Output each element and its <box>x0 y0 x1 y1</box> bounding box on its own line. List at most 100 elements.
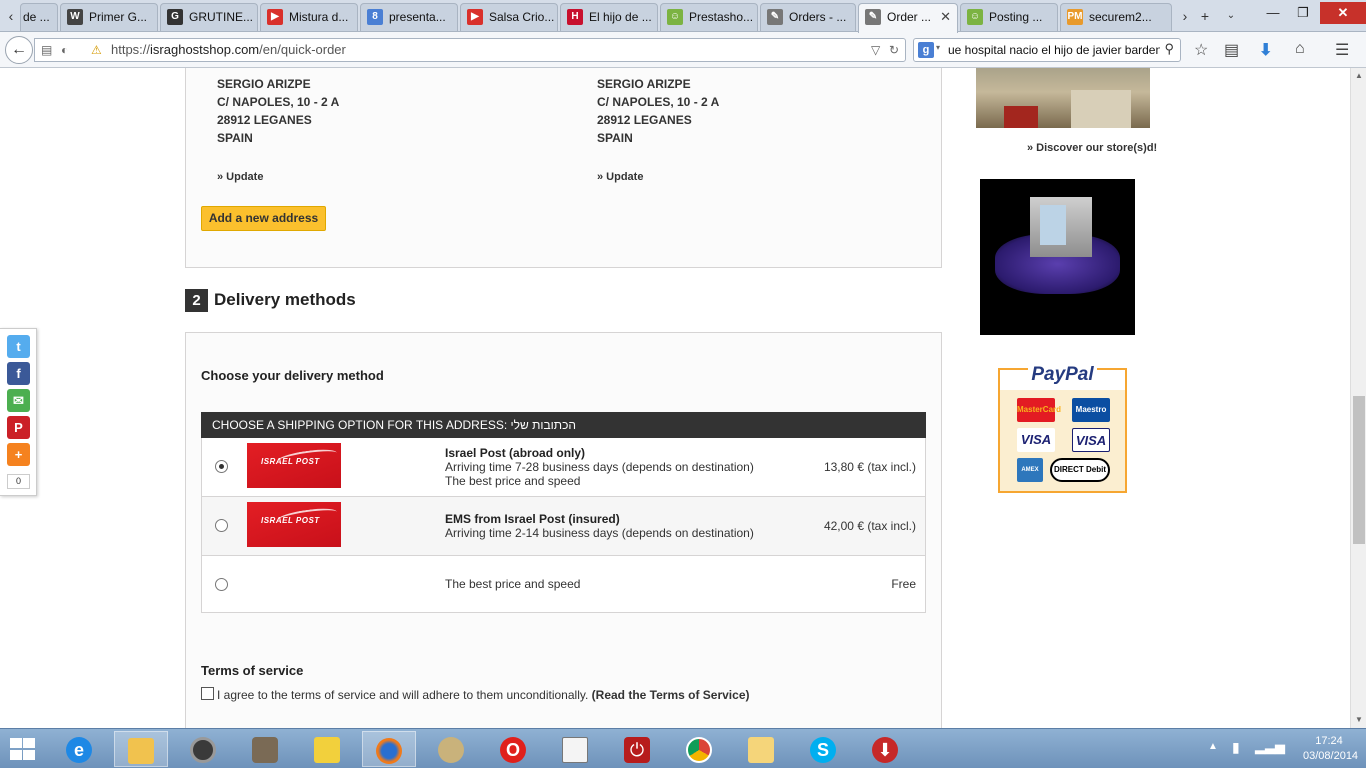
download-icon[interactable]: ⬇ <box>1259 40 1272 60</box>
step-number: 2 <box>185 289 208 312</box>
back-button[interactable]: ← <box>5 36 33 64</box>
paypal-logo: PayPal <box>1000 364 1125 386</box>
file-explorer-icon[interactable] <box>114 731 168 767</box>
read-terms-link[interactable]: (Read the Terms of Service) <box>592 688 750 702</box>
power-app-icon[interactable]: ⏻ <box>610 731 664 767</box>
chrome-icon[interactable] <box>672 731 726 767</box>
email-icon[interactable]: ✉ <box>7 389 30 412</box>
tray-expand-icon[interactable]: ▲ <box>1208 741 1218 752</box>
media-app-icon[interactable] <box>300 731 354 767</box>
terms-checkbox[interactable] <box>201 687 214 700</box>
browser-tab[interactable]: PM securem2... <box>1060 3 1172 31</box>
tab-favicon-icon: 8 <box>367 9 383 25</box>
doc-app-icon[interactable] <box>238 731 292 767</box>
pinterest-icon[interactable]: P <box>7 416 30 439</box>
home-icon[interactable]: ⌂ <box>1295 40 1305 58</box>
browser-tab[interactable]: de ... <box>20 3 58 31</box>
browser-tab[interactable]: ✎ Orders - ... <box>760 3 856 31</box>
address-bar[interactable]: ▤ ◐ ⚠ https://israghostshop.com/en/quick… <box>34 38 906 62</box>
skype-icon[interactable]: S <box>796 731 850 767</box>
tab-scroll-left-button[interactable]: ‹ <box>2 6 20 26</box>
page-scrollbar[interactable]: ▲ ▼ <box>1350 68 1366 728</box>
browser-tab[interactable]: ▶ Mistura d... <box>260 3 358 31</box>
tab-favicon-icon: W <box>67 9 83 25</box>
shipping-option-header: CHOOSE A SHIPPING OPTION FOR THIS ADDRES… <box>201 412 926 438</box>
dropdown-arrow-icon[interactable]: ▾ <box>936 43 940 52</box>
firefox-icon[interactable] <box>362 731 416 767</box>
opera-icon[interactable]: O <box>486 731 540 767</box>
downloader-icon[interactable]: ⬇ <box>858 731 912 767</box>
browser-tab[interactable]: 8 presenta... <box>360 3 458 31</box>
shipping-radio[interactable] <box>215 578 228 591</box>
scroll-up-arrow[interactable]: ▲ <box>1351 68 1366 84</box>
mail-app-icon[interactable] <box>734 731 788 767</box>
tab-list-button[interactable]: ⌄ <box>1222 6 1240 26</box>
battery-icon[interactable]: ▮ <box>1232 739 1240 756</box>
close-tab-button[interactable]: ✕ <box>940 4 951 30</box>
warning-icon[interactable]: ⚠ <box>91 43 102 57</box>
taskbar: e O ⏻ S ⬇ ▲ ▮ ▂▃▅ 17:24 03/08/2014 <box>0 728 1366 768</box>
browser-tab[interactable]: G GRUTINE... <box>160 3 258 31</box>
speaker-app-icon[interactable] <box>176 731 230 767</box>
tab-label: securem2... <box>1089 10 1152 24</box>
internet-explorer-icon[interactable]: e <box>52 731 106 767</box>
browser-tab[interactable]: ☺ Prestasho... <box>660 3 758 31</box>
shipping-option-desc: Arriving time 2-14 business days (depend… <box>445 526 754 540</box>
minimize-button[interactable]: — <box>1258 2 1288 24</box>
scroll-down-arrow[interactable]: ▼ <box>1351 712 1366 728</box>
shipping-option-row[interactable]: The best price and speed Free <box>202 556 925 612</box>
tab-favicon-icon: ✎ <box>767 9 783 25</box>
dropdown-arrow-icon[interactable]: ▽ <box>871 43 880 57</box>
more-share-icon[interactable]: + <box>7 443 30 466</box>
shipping-radio[interactable] <box>215 460 228 473</box>
tab-favicon-icon: G <box>167 9 183 25</box>
shipping-option-desc: The best price and speed <box>445 577 581 591</box>
start-button[interactable] <box>8 737 36 761</box>
reload-icon[interactable]: ↻ <box>889 43 899 57</box>
url-text[interactable]: https://israghostshop.com/en/quick-order <box>111 39 346 61</box>
document-viewer-icon[interactable] <box>548 731 602 767</box>
tab-label: Order ... <box>887 10 932 24</box>
google-icon[interactable]: g <box>918 42 934 58</box>
new-tab-button[interactable]: + <box>1196 6 1214 26</box>
star-icon[interactable]: ☆ <box>1194 40 1208 60</box>
system-clock[interactable]: 17:24 03/08/2014 <box>1303 734 1358 764</box>
store-image[interactable] <box>976 68 1150 128</box>
tab-favicon-icon: ☺ <box>967 9 983 25</box>
search-input[interactable]: ue hospital nacio el hijo de javier bard… <box>948 39 1160 61</box>
shield-icon[interactable]: ◐ <box>61 43 68 57</box>
twitter-icon[interactable]: t <box>7 335 30 358</box>
browser-tab[interactable]: ▶ Salsa Crio... <box>460 3 558 31</box>
paint-icon[interactable] <box>424 731 478 767</box>
restore-button[interactable]: ❐ <box>1288 2 1318 24</box>
reading-list-icon[interactable]: ▤ <box>1224 40 1239 60</box>
browser-tab[interactable]: ✎ Order ... ✕ <box>858 3 958 33</box>
search-icon[interactable]: ⚲ <box>1164 41 1174 57</box>
shipping-radio[interactable] <box>215 519 228 532</box>
search-bar[interactable]: g ▾ ue hospital nacio el hijo de javier … <box>913 38 1181 62</box>
discover-stores-link[interactable]: » Discover our store(s)d! <box>1027 142 1157 154</box>
shipping-option-row[interactable]: ISRAEL POST EMS from Israel Post (insure… <box>202 497 925 556</box>
shipping-option-name: EMS from Israel Post (insured) <box>445 512 620 526</box>
add-new-address-button[interactable]: Add a new address <box>201 206 326 231</box>
delivery-address: SERGIO ARIZPE C/ NAPOLES, 10 - 2 A 28912… <box>217 77 340 145</box>
close-window-button[interactable]: ✕ <box>1320 2 1366 24</box>
share-count: 0 <box>7 474 30 489</box>
scroll-thumb[interactable] <box>1353 396 1365 544</box>
menu-icon[interactable]: ☰ <box>1335 40 1349 60</box>
tab-favicon-icon: ▶ <box>267 9 283 25</box>
signal-icon[interactable]: ▂▃▅ <box>1255 739 1285 755</box>
shipping-option-row[interactable]: ISRAEL POST Israel Post (abroad only) Ar… <box>202 438 925 497</box>
visa-electron-icon: VISA <box>1072 428 1110 452</box>
browser-tab[interactable]: H El hijo de ... <box>560 3 658 31</box>
bookmark-list-icon[interactable]: ▤ <box>41 43 52 57</box>
tab-scroll-right-button[interactable]: › <box>1176 6 1194 26</box>
browser-tab[interactable]: ☺ Posting ... <box>960 3 1058 31</box>
tab-label: Primer G... <box>89 10 148 24</box>
facebook-icon[interactable]: f <box>7 362 30 385</box>
update-invoice-address-link[interactable]: » Update <box>597 171 643 183</box>
paypal-banner[interactable]: PayPal MasterCard Maestro VISA VISA AMEX… <box>998 364 1127 493</box>
browser-tab[interactable]: W Primer G... <box>60 3 158 31</box>
update-delivery-address-link[interactable]: » Update <box>217 171 263 183</box>
product-image[interactable] <box>980 179 1135 335</box>
